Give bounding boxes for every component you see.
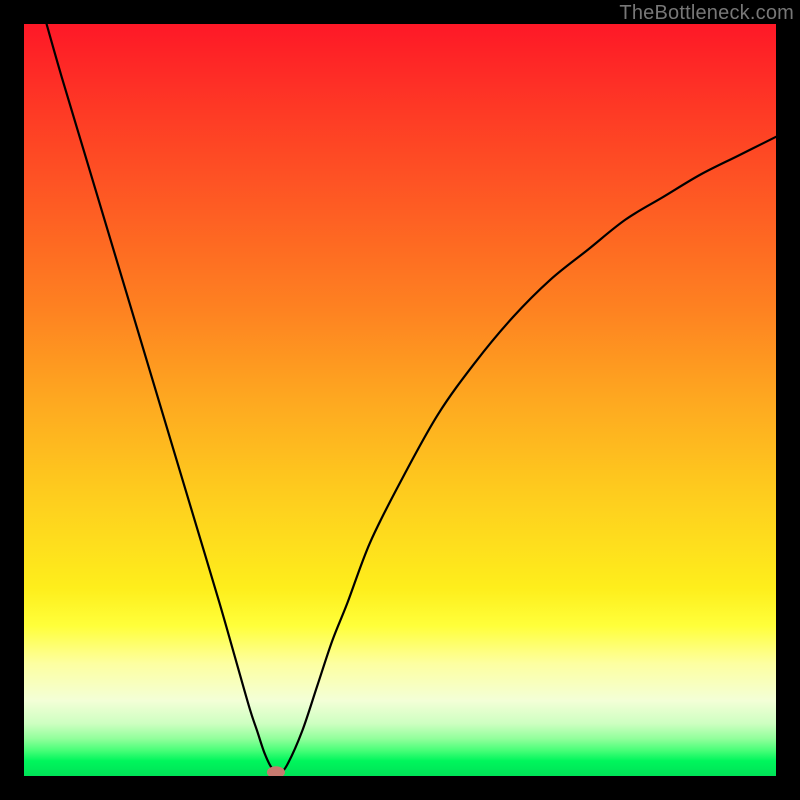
chart-frame (24, 24, 776, 776)
watermark-text: TheBottleneck.com (619, 2, 794, 25)
chart-svg (24, 24, 776, 776)
gradient-background (24, 24, 776, 776)
